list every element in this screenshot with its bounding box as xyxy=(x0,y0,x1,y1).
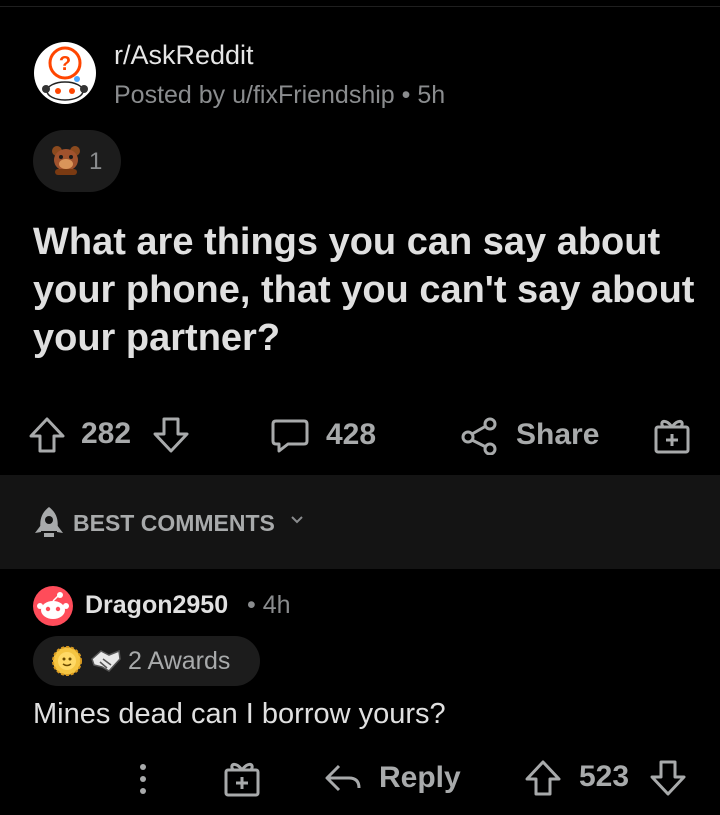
reply-label: Reply xyxy=(379,761,461,794)
rocket-icon xyxy=(33,505,65,544)
arrow-up-icon xyxy=(29,417,65,453)
award-count: 1 xyxy=(89,148,103,175)
comment-body: Mines dead can I borrow yours? xyxy=(33,698,446,730)
speech-bubble-icon xyxy=(271,419,309,453)
post-award-pill[interactable]: 1 xyxy=(33,130,121,192)
gift-award-icon xyxy=(224,762,260,797)
post-meta[interactable]: Posted by u/fixFriendship • 5h xyxy=(114,81,445,110)
reply-arrow-icon xyxy=(325,764,361,792)
arrow-down-icon xyxy=(650,760,686,796)
top-divider xyxy=(0,6,720,7)
bear-award-icon xyxy=(51,144,81,181)
commenter-avatar[interactable] xyxy=(33,586,73,626)
give-award-button[interactable] xyxy=(652,415,692,455)
chevron-down-icon xyxy=(289,513,305,531)
comment-downvote-button[interactable] xyxy=(648,758,688,798)
comment-username[interactable]: Dragon2950 xyxy=(85,591,228,620)
sort-label: BEST COMMENTS xyxy=(73,510,275,536)
handshake-award-icon xyxy=(89,645,123,682)
comment-sort-bar[interactable]: BEST COMMENTS xyxy=(0,475,720,569)
subreddit-avatar[interactable]: ? xyxy=(33,41,97,105)
share-nodes-icon xyxy=(461,417,497,455)
share-label: Share xyxy=(516,418,600,451)
comment-action-bar: Reply 523 xyxy=(0,750,720,810)
comment-score-value: 523 xyxy=(579,760,630,793)
awards-label: 2 Awards xyxy=(128,647,231,675)
comment-awards-pill[interactable]: 2 Awards xyxy=(33,636,260,686)
post-action-bar: 282 428 Share xyxy=(0,405,720,465)
share-button[interactable]: Share xyxy=(460,415,599,455)
arrow-up-icon xyxy=(525,760,561,796)
upvote-count: 282 xyxy=(81,417,132,450)
arrow-down-icon xyxy=(153,417,189,453)
snoo-avatar-icon xyxy=(33,586,73,626)
comment-award-button[interactable] xyxy=(222,758,262,798)
vertical-dots-icon xyxy=(140,764,146,794)
downvote-button[interactable] xyxy=(151,415,191,455)
comment-time: • 4h xyxy=(247,591,291,619)
comments-button[interactable]: 428 xyxy=(270,415,376,455)
upvote-button[interactable] xyxy=(27,415,67,455)
askreddit-snoo-icon: ? xyxy=(34,42,96,104)
comment-upvote-button[interactable] xyxy=(523,758,563,798)
svg-text:?: ? xyxy=(59,53,71,75)
comment-score: 523 xyxy=(579,760,629,794)
more-options-button[interactable] xyxy=(136,760,150,800)
subreddit-name[interactable]: r/AskReddit xyxy=(114,40,254,71)
post-score: 282 xyxy=(81,417,131,451)
reply-button[interactable]: Reply xyxy=(323,758,461,798)
post-title[interactable]: What are things you can say about your p… xyxy=(33,218,703,362)
gift-award-icon xyxy=(654,419,690,454)
sun-award-icon xyxy=(51,645,83,682)
comment-count: 428 xyxy=(326,418,377,451)
